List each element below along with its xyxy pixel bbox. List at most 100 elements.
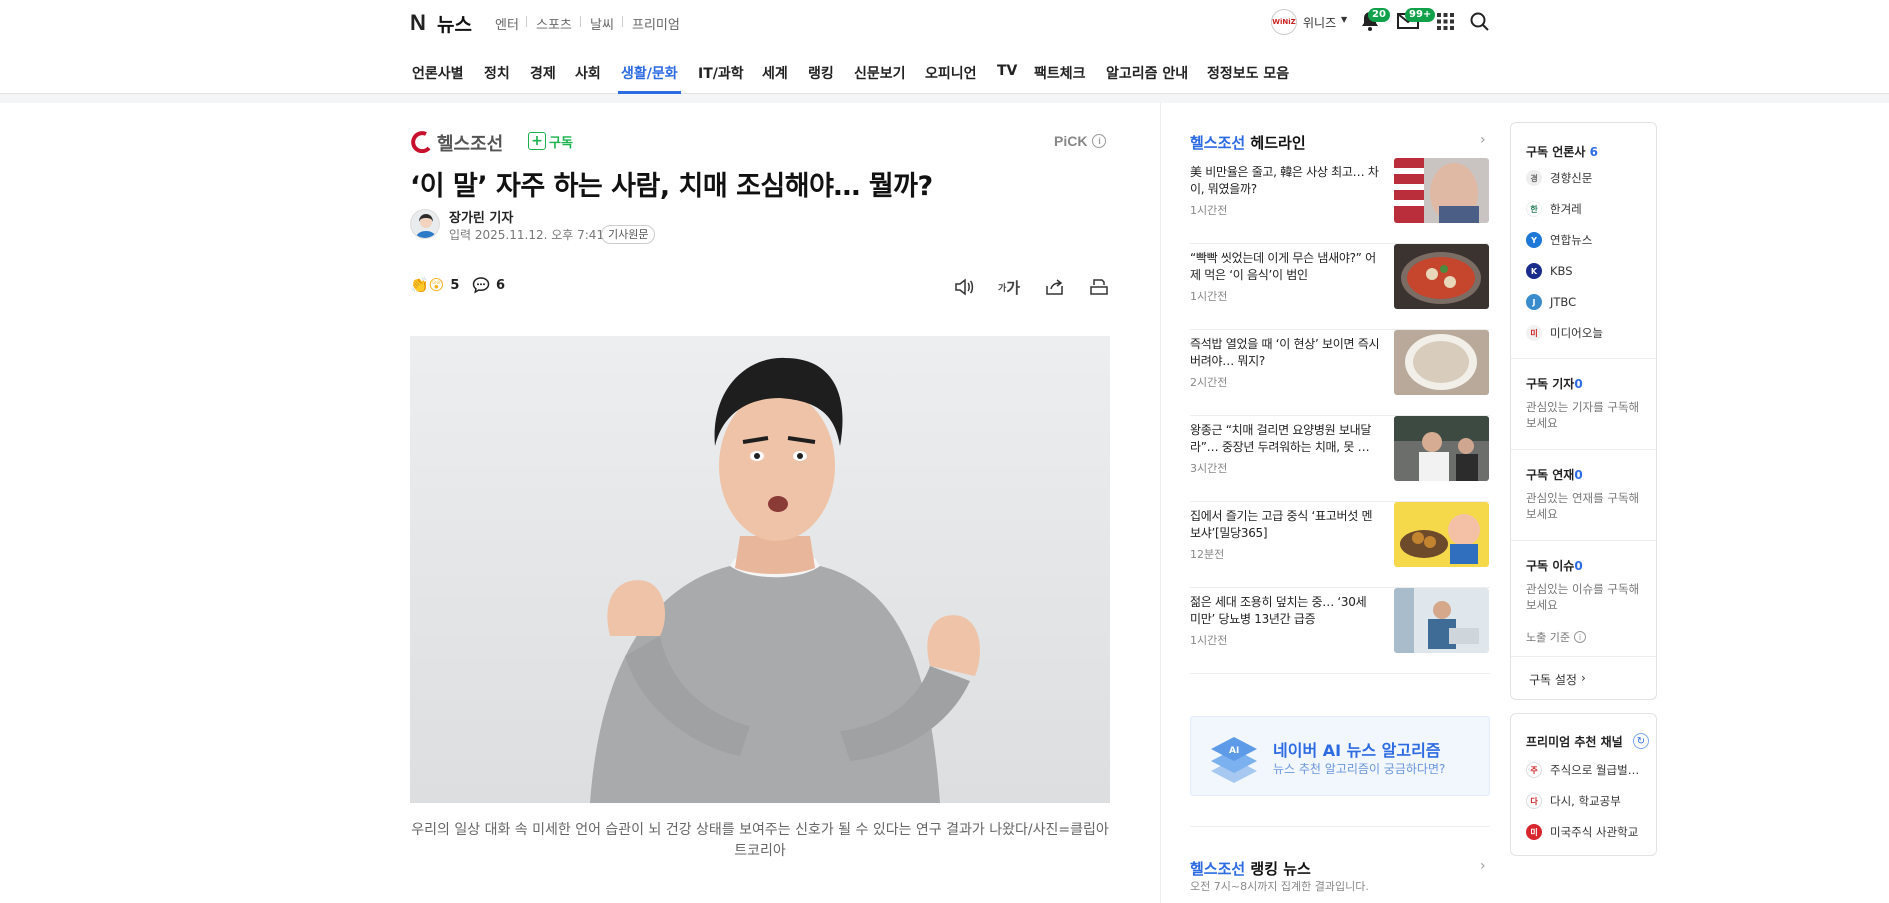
headline-item[interactable]: 집에서 즐기는 고급 중식 ‘표고버섯 멘보샤’[밀당365] 12분전 [1190,502,1490,588]
refresh-icon[interactable]: ↻ [1633,733,1649,749]
headline-item[interactable]: 즉석밥 열었을 때 ‘이 현상’ 보이면 즉시 버려야… 뭐지? 2시간전 [1190,330,1490,416]
info-icon[interactable]: i [1092,134,1107,148]
category-nav: 언론사별 정치 경제 사회 생활/문화 IT/과학 세계 랭킹 신문보기 오피니… [0,52,1889,94]
pick-label[interactable]: PiCK i [1054,133,1107,149]
naver-logo[interactable]: N [410,10,426,36]
ai-layers-icon: AI [1211,737,1257,783]
press-item-name: KBS [1550,264,1573,278]
subscribe-label: 구독 [549,135,573,151]
comment-button[interactable]: 6 [472,276,505,294]
nav-item-opinion[interactable]: 오피니언 [925,63,977,83]
subscribe-button[interactable]: + 구독 [528,131,573,151]
headline-item[interactable]: 왕종근 “치매 걸리면 요양병원 보내달라”… 중장년 두려워하는 치매, 못 … [1190,416,1490,502]
subscribed-press-item[interactable]: K KBS [1526,262,1573,280]
chevron-right-icon[interactable]: › [1480,132,1486,148]
nav-item-politics[interactable]: 정치 [484,63,510,83]
subscribed-reporter-title[interactable]: 구독 기자0 [1526,375,1583,392]
subscribed-press-item[interactable]: 경 경향신문 [1526,169,1592,187]
publish-date: 입력 2025.11.12. 오후 7:41 [449,228,605,242]
share-icon[interactable] [1044,276,1066,298]
headline-thumbnail[interactable] [1394,416,1489,481]
headline-thumbnail[interactable] [1394,502,1489,567]
subscription-settings-label: 구독 설정 [1529,673,1577,687]
nav-item-world[interactable]: 세계 [762,63,788,83]
subscribed-press-item[interactable]: 미 미디어오늘 [1526,324,1603,342]
nav-item-it-science[interactable]: IT/과학 [698,63,744,83]
subscribe-issue-prompt[interactable]: 관심있는 이슈를 구독해보세요 [1526,581,1646,613]
headline-thumbnail[interactable] [1394,330,1489,395]
ai-icon-text: AI [1229,746,1239,756]
press-logo-icon[interactable] [410,131,431,154]
user-avatar[interactable]: WiNiZ [1271,9,1297,35]
headline-title: 즉석밥 열었을 때 ‘이 현상’ 보이면 즉시 버려야… 뭐지? [1190,337,1380,368]
headline-time: 12분전 [1190,548,1225,561]
nav-item-society[interactable]: 사회 [575,63,601,83]
service-link-entertainment[interactable]: 엔터 [495,14,519,33]
subscribed-series-title[interactable]: 구독 연재0 [1526,466,1583,483]
subscribed-issue-title[interactable]: 구독 이슈0 [1526,557,1583,574]
print-icon[interactable] [1088,276,1110,298]
headline-time: 3시간전 [1190,462,1228,475]
service-link-sports[interactable]: 스포츠 [536,14,572,33]
subscribe-series-prompt[interactable]: 관심있는 연재를 구독해보세요 [1526,490,1646,522]
subscribe-reporter-prompt[interactable]: 관심있는 기자를 구독해보세요 [1526,399,1646,431]
font-size-button[interactable]: 가가 [998,276,1020,298]
service-link-weather[interactable]: 날씨 [590,14,614,33]
divider [526,16,527,27]
press-name[interactable]: 헬스조선 [437,130,503,156]
subscribed-press-title[interactable]: 구독 언론사 6 [1526,143,1598,160]
reaction-button[interactable]: 👏😲 5 [410,276,459,294]
service-link-premium[interactable]: 프리미엄 [632,14,680,33]
nav-item-factcheck[interactable]: 팩트체크 [1034,63,1086,83]
reporter-name[interactable]: 장가린 기자 [449,207,513,226]
nav-item-press[interactable]: 언론사별 [412,63,464,83]
press-headlines-title[interactable]: 헬스조선 헤드라인 [1190,132,1306,153]
nav-item-life-culture[interactable]: 생활/문화 [621,63,678,83]
subscription-settings-link[interactable]: 구독 설정 › [1529,671,1586,688]
premium-channel-title: 프리미엄 추천 채널 [1526,735,1623,749]
headline-item[interactable]: 美 비만율은 줄고, 韓은 사상 최고… 차이, 뭐였을까? 1시간전 [1190,158,1490,244]
headline-item[interactable]: “빡빡 씻었는데 이게 무슨 냄새야?” 어제 먹은 ‘이 음식’이 범인 1시… [1190,244,1490,330]
ranking-news-title[interactable]: 헬스조선 랭킹 뉴스 [1190,858,1311,879]
caret-down-icon[interactable]: ▼ [1341,15,1347,24]
nav-item-newspaper[interactable]: 신문보기 [854,63,906,83]
headline-thumbnail[interactable] [1394,158,1489,223]
comment-icon [472,277,490,294]
premium-channel-item[interactable]: 다 다시, 학교공부 [1526,792,1621,810]
premium-channel-item[interactable]: 주 주식으로 월급벌… [1526,761,1639,779]
exposure-criteria[interactable]: 노출 기준 i [1526,629,1586,645]
headline-thumbnail[interactable] [1394,244,1489,309]
user-name[interactable]: 위니즈 [1303,14,1336,31]
subscribed-press-item[interactable]: 한 한겨레 [1526,200,1582,218]
reporter-avatar[interactable] [410,209,440,239]
chevron-right-icon[interactable]: › [1480,858,1486,874]
divider [580,16,581,27]
subscribed-press-item[interactable]: J JTBC [1526,293,1576,311]
headline-item[interactable]: 젊은 세대 조용히 덮치는 중… ‘30세 미만’ 당뇨병 13년간 급증 1시… [1190,588,1490,674]
headline-title: 젊은 세대 조용히 덮치는 중… ‘30세 미만’ 당뇨병 13년간 급증 [1190,595,1367,626]
nav-item-ranking[interactable]: 랭킹 [808,63,834,83]
yonhap-logo-icon: Y [1526,232,1542,248]
headline-thumbnail[interactable] [1394,588,1489,653]
search-icon[interactable] [1470,12,1490,32]
news-logo-text[interactable]: 뉴스 [437,10,472,37]
divider [622,16,623,27]
nav-item-economy[interactable]: 경제 [530,63,556,83]
nav-item-corrections[interactable]: 정정보도 모음 [1207,63,1289,83]
nav-item-algorithm[interactable]: 알고리즘 안내 [1106,63,1188,83]
headline-title: “빡빡 씻었는데 이게 무슨 냄새야?” 어제 먹은 ‘이 음식’이 범인 [1190,251,1376,282]
premium-channel-item[interactable]: 미 미국주식 사관학교 [1526,823,1638,841]
subscribed-issue-count: 0 [1574,559,1583,573]
notification-count-badge: 20 [1368,8,1390,22]
apps-grid-icon[interactable] [1437,13,1455,31]
headline-title: 美 비만율은 줄고, 韓은 사상 최고… 차이, 뭐였을까? [1190,165,1379,196]
subscribed-series-label: 구독 연재 [1526,468,1575,482]
subscribed-press-item[interactable]: Y 연합뉴스 [1526,231,1592,249]
speaker-icon[interactable] [953,276,975,298]
headline-time: 1시간전 [1190,204,1228,217]
nav-item-tv[interactable]: TV [997,63,1017,79]
photo-caption: 우리의 일상 대화 속 미세한 언어 습관이 뇌 건강 상태를 보여주는 신호가… [411,822,1109,859]
original-article-button[interactable]: 기사원문 [601,225,656,244]
press-item-name: JTBC [1550,295,1577,309]
ai-news-algorithm-banner[interactable]: AI 네이버 AI 뉴스 알고리즘 뉴스 추천 알고리즘이 궁금하다면? [1190,716,1490,796]
